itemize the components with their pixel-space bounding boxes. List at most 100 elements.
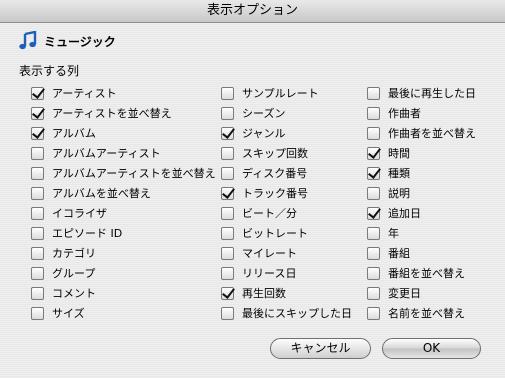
cancel-button[interactable]: キャンセル (270, 338, 371, 359)
option-checkbox[interactable] (367, 186, 380, 200)
column-option[interactable]: 年 (367, 223, 476, 243)
column-option[interactable]: アルバム (31, 123, 216, 143)
column-option[interactable]: アーティスト (31, 83, 216, 103)
column-option[interactable]: トラック番号 (221, 183, 352, 203)
columns-section-label: 表示する列 (19, 64, 80, 78)
option-checkbox[interactable] (221, 126, 234, 140)
option-checkbox[interactable] (367, 266, 380, 280)
option-label: サンプルレート (242, 87, 319, 100)
column-option[interactable]: アルバムを並べ替え (31, 183, 216, 203)
option-checkbox[interactable] (221, 226, 234, 240)
column-option[interactable]: グループ (31, 263, 216, 283)
option-checkbox[interactable] (31, 206, 44, 220)
column-option[interactable]: シーズン (221, 103, 352, 123)
option-label: アルバムを並べ替え (52, 187, 151, 200)
option-checkbox[interactable] (221, 266, 234, 280)
option-checkbox[interactable] (31, 126, 44, 140)
column-option[interactable]: アルバムアーティストを並べ替え (31, 163, 216, 183)
column-option[interactable]: ジャンル (221, 123, 352, 143)
option-checkbox[interactable] (367, 226, 380, 240)
ok-button[interactable]: OK (382, 338, 481, 359)
option-checkbox[interactable] (221, 166, 234, 180)
option-label: アーティスト (52, 87, 117, 100)
column-option[interactable]: カテゴリ (31, 243, 216, 263)
column-option[interactable]: 番組 (367, 243, 476, 263)
option-checkbox[interactable] (367, 246, 380, 260)
option-label: エピソード ID (52, 227, 123, 240)
option-label: 番組を並べ替え (388, 267, 465, 280)
column-option[interactable]: ビート／分 (221, 203, 352, 223)
option-checkbox[interactable] (31, 306, 44, 320)
option-checkbox[interactable] (367, 126, 380, 140)
column-option[interactable]: コメント (31, 283, 216, 303)
column-list-3: 最後に再生した日 作曲者作曲者を並べ替え時間 種類 説明追加日年番組番組を並べ替え変更… (367, 83, 476, 323)
column-option[interactable]: 作曲者を並べ替え (367, 123, 476, 143)
option-checkbox[interactable] (221, 246, 234, 260)
option-label: 最後に再生した日 (388, 87, 476, 100)
column-option[interactable]: 追加日 (367, 203, 476, 223)
option-label: 作曲者を並べ替え (388, 127, 476, 140)
column-option[interactable]: 番組を並べ替え (367, 263, 476, 283)
option-checkbox[interactable] (31, 146, 44, 160)
column-option[interactable]: 名前を並べ替え (367, 303, 476, 323)
option-checkbox[interactable] (31, 186, 44, 200)
column-option[interactable]: 説明 (367, 183, 476, 203)
column-option[interactable]: サンプルレート (221, 83, 352, 103)
option-checkbox[interactable] (367, 306, 380, 320)
column-option[interactable]: アルバムアーティスト (31, 143, 216, 163)
column-option[interactable]: エピソード ID (31, 223, 216, 243)
column-option[interactable]: リリース日 (221, 263, 352, 283)
option-label: アルバムアーティスト (52, 147, 161, 160)
column-list-1: アーティストアーティストを並べ替えアルバムアルバムアーティストアルバムアーティス… (31, 83, 216, 323)
option-checkbox[interactable] (367, 106, 380, 120)
option-label: 名前を並べ替え (388, 307, 465, 320)
option-checkbox[interactable] (31, 286, 44, 300)
option-checkbox[interactable] (367, 86, 380, 100)
column-option[interactable]: 最後にスキップした日 (221, 303, 352, 323)
option-label: グループ (52, 267, 96, 280)
option-checkbox[interactable] (221, 86, 234, 100)
option-checkbox[interactable] (221, 146, 234, 160)
option-checkbox[interactable] (31, 246, 44, 260)
column-option[interactable]: サイズ (31, 303, 216, 323)
option-checkbox[interactable] (31, 106, 44, 120)
category-header: ミュージック (18, 30, 116, 51)
column-option[interactable]: アーティストを並べ替え (31, 103, 216, 123)
music-note-icon (18, 30, 38, 51)
column-option[interactable]: ビットレート (221, 223, 352, 243)
option-checkbox[interactable] (221, 286, 234, 300)
option-checkbox[interactable] (367, 206, 380, 220)
option-checkbox[interactable] (367, 166, 380, 180)
option-checkbox[interactable] (367, 286, 380, 300)
column-option[interactable]: 作曲者 (367, 103, 476, 123)
option-label: リリース日 (242, 267, 297, 280)
option-label: カテゴリ (52, 247, 96, 260)
column-option[interactable]: 再生回数 (221, 283, 352, 303)
option-label: ビットレート (242, 227, 308, 240)
column-option[interactable]: マイレート (221, 243, 352, 263)
column-option[interactable]: スキップ回数 (221, 143, 352, 163)
option-label: トラック番号 (242, 187, 308, 200)
option-checkbox[interactable] (31, 226, 44, 240)
option-label: サイズ (52, 307, 85, 320)
option-label: 最後にスキップした日 (242, 307, 352, 320)
column-option[interactable]: 最後に再生した日 (367, 83, 476, 103)
option-checkbox[interactable] (31, 266, 44, 280)
option-checkbox[interactable] (221, 306, 234, 320)
option-label: 追加日 (388, 207, 421, 220)
column-option[interactable]: イコライザ (31, 203, 216, 223)
option-label: アーティストを並べ替え (52, 107, 172, 120)
option-checkbox[interactable] (221, 206, 234, 220)
column-option[interactable]: ディスク番号 (221, 163, 352, 183)
column-option[interactable]: 時間 (367, 143, 476, 163)
column-option[interactable]: 変更日 (367, 283, 476, 303)
option-checkbox[interactable] (31, 166, 44, 180)
option-label: マイレート (242, 247, 297, 260)
option-checkbox[interactable] (367, 146, 380, 160)
option-checkbox[interactable] (31, 86, 44, 100)
option-label: ジャンル (242, 127, 286, 140)
option-label: 作曲者 (388, 107, 421, 120)
column-option[interactable]: 種類 (367, 163, 476, 183)
option-checkbox[interactable] (221, 106, 234, 120)
option-checkbox[interactable] (221, 186, 234, 200)
